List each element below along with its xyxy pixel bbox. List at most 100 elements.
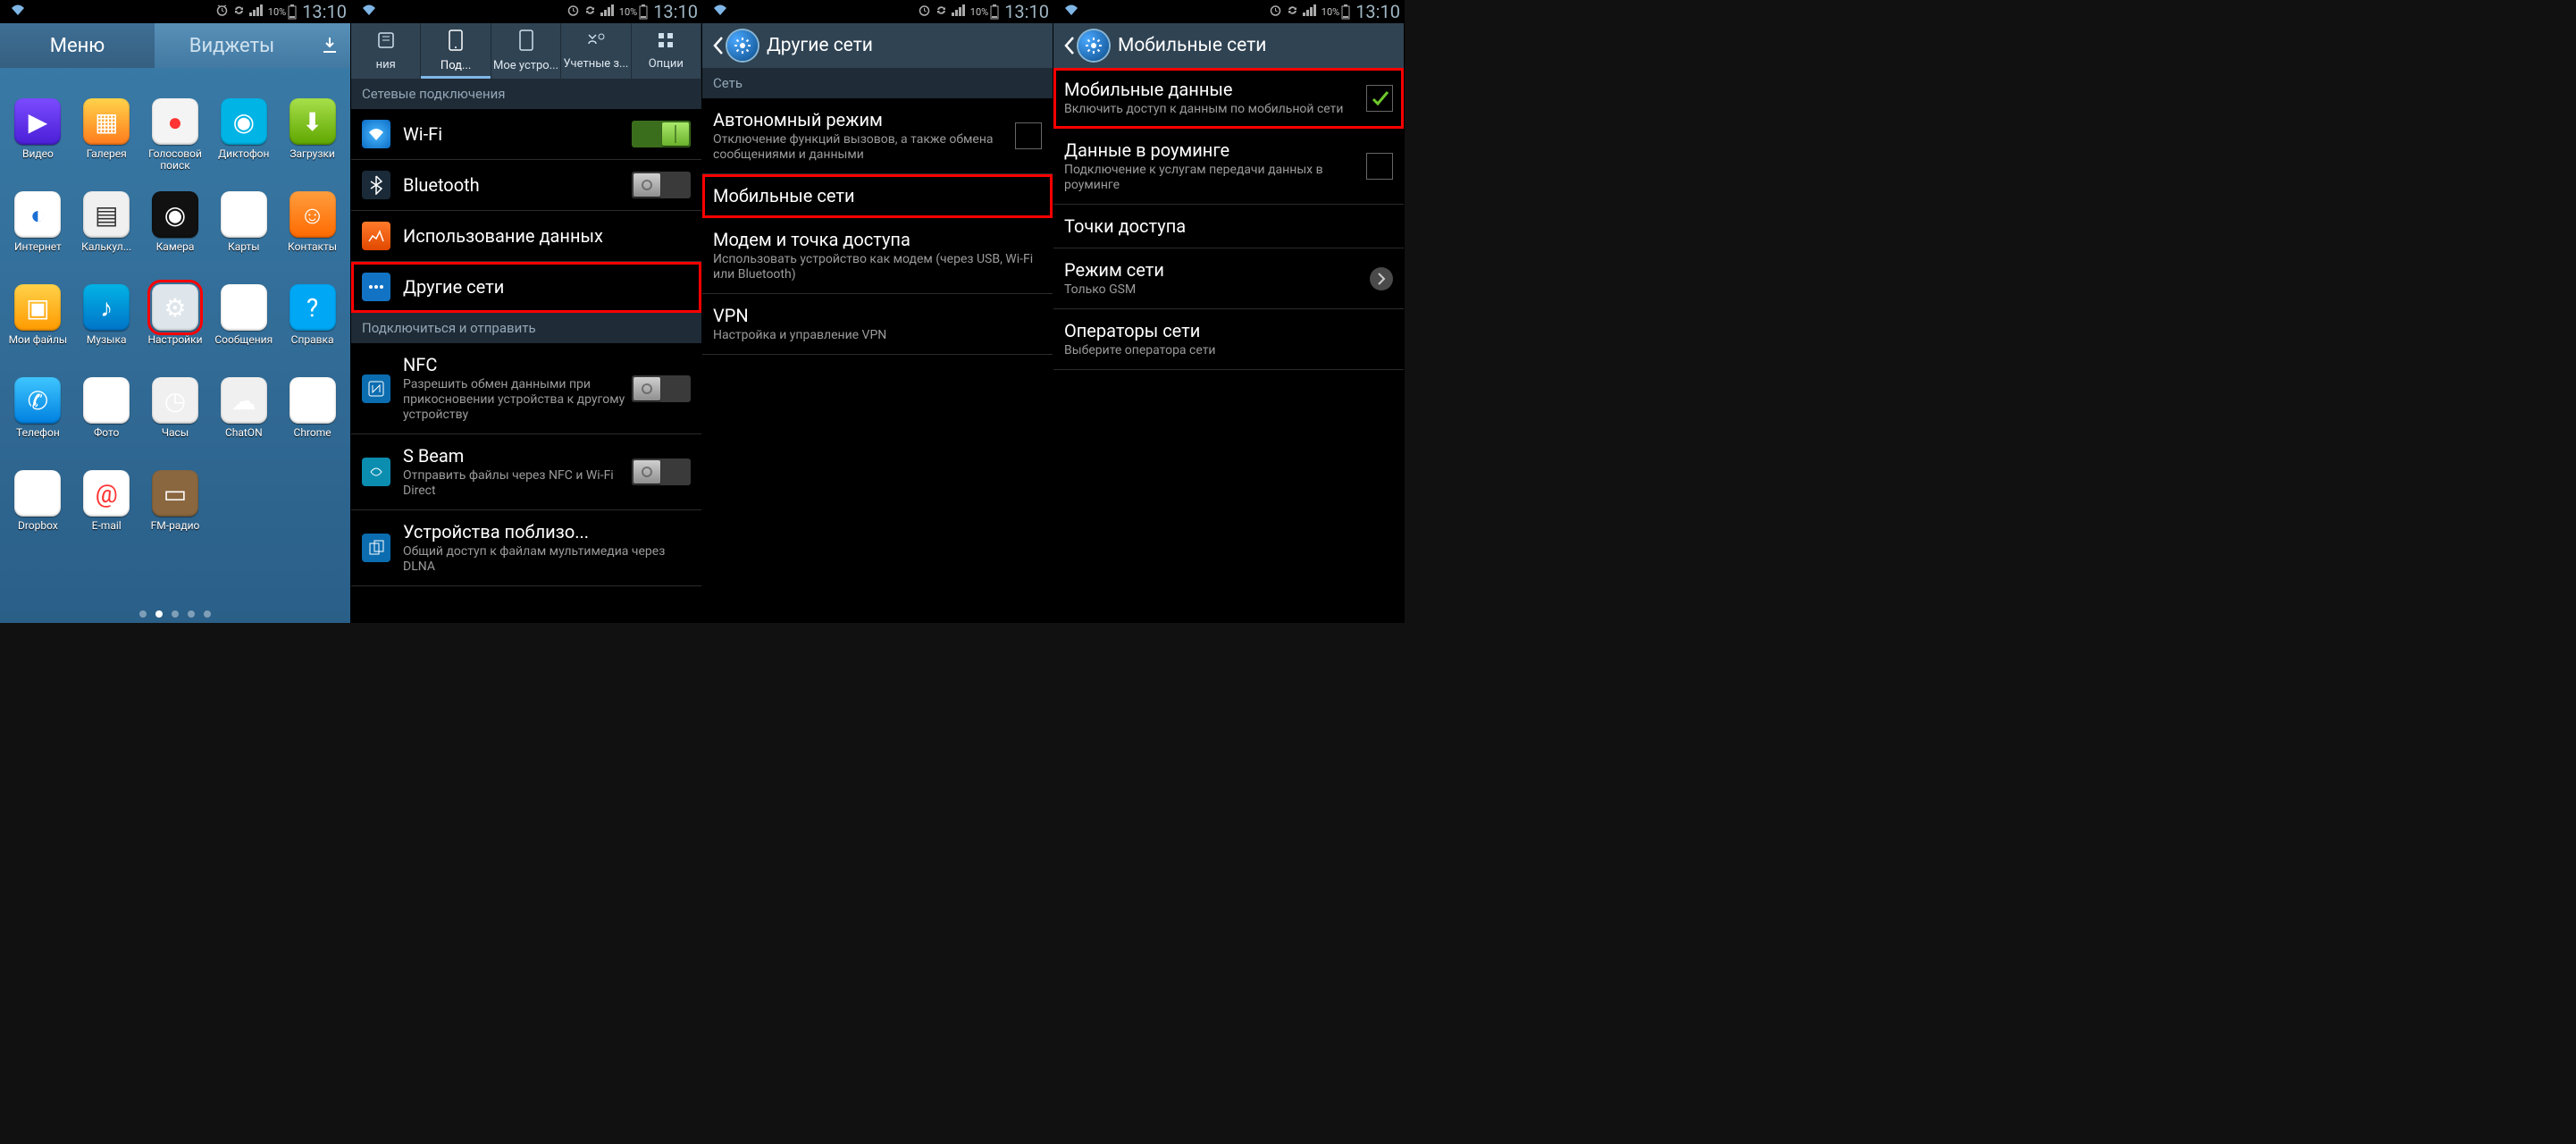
tab-my-device[interactable]: Мое устро...: [491, 23, 561, 79]
data-usage-icon: [362, 222, 390, 250]
wifi-toggle[interactable]: [632, 121, 691, 147]
chaton-icon: ☁: [221, 377, 267, 424]
bluetooth-toggle[interactable]: [632, 172, 691, 198]
app-dict[interactable]: ◉Диктофон: [209, 98, 278, 188]
tab-device[interactable]: Под...: [421, 23, 491, 79]
back-button[interactable]: [1062, 35, 1077, 56]
app-fm[interactable]: ▭FM-радио: [141, 470, 210, 559]
app-phoneapp[interactable]: ✆Телефон: [4, 377, 72, 467]
wifi-icon: [362, 120, 390, 148]
signal-icon: [599, 4, 616, 20]
app-settings[interactable]: ⚙Настройки: [141, 284, 210, 374]
msg-icon: ✉: [221, 284, 267, 331]
section-network: Сетевые подключения: [351, 79, 701, 109]
battery-icon: 10%: [268, 4, 298, 20]
status-bar: 10% 13:10: [702, 0, 1053, 23]
wifi-icon: [360, 4, 378, 20]
drawer-tabs: Меню Виджеты: [0, 23, 350, 68]
app-help[interactable]: ?Справка: [278, 284, 347, 374]
mobile-data-checkbox[interactable]: [1366, 85, 1393, 112]
page-title: Другие сети: [767, 35, 873, 56]
dl-icon: ⬇: [289, 98, 336, 145]
chevron-right-icon: [1370, 267, 1393, 290]
row-data-usage[interactable]: Использование данных: [351, 211, 701, 262]
section-network: Сеть: [702, 68, 1053, 98]
roaming-checkbox[interactable]: [1366, 153, 1393, 180]
app-chaton[interactable]: ☁ChatON: [209, 377, 278, 467]
signal-icon: [248, 4, 264, 20]
row-vpn[interactable]: VPNНастройка и управление VPN: [702, 294, 1053, 355]
back-button[interactable]: [711, 35, 726, 56]
tab-apps[interactable]: Меню: [0, 23, 155, 68]
nearby-icon: [362, 534, 390, 562]
app-gallery[interactable]: ▦Галерея: [72, 98, 141, 188]
app-calc[interactable]: ▤Калькул...: [72, 191, 141, 281]
row-sbeam[interactable]: S BeamОтправить файлы через NFC и Wi-Fi …: [351, 434, 701, 510]
internet-icon: ◐: [14, 191, 61, 238]
fm-icon: ▭: [152, 470, 198, 517]
nfc-icon: [362, 374, 390, 403]
download-button[interactable]: [309, 23, 350, 68]
row-tethering[interactable]: Модем и точка доступаИспользовать устрой…: [702, 218, 1053, 294]
app-msg[interactable]: ✉Сообщения: [209, 284, 278, 374]
row-apn[interactable]: Точки доступа: [1053, 205, 1404, 248]
section-connect-share: Подключиться и отправить: [351, 313, 701, 343]
phoneapp-icon: ✆: [14, 377, 61, 424]
app-dl[interactable]: ⬇Загрузки: [278, 98, 347, 188]
dict-icon: ◉: [221, 98, 267, 145]
app-clock[interactable]: ◷Часы: [141, 377, 210, 467]
tab-accounts[interactable]: Учетные з...: [561, 23, 631, 79]
music-icon: ♪: [83, 284, 130, 331]
sbeam-toggle[interactable]: [632, 458, 691, 485]
settings-tabs: ния Под... Мое устро... Учетные з... Опц…: [351, 23, 701, 79]
bluetooth-icon: [362, 171, 390, 199]
app-photo[interactable]: ✦Фото: [72, 377, 141, 467]
status-bar: 10% 13:10: [351, 0, 701, 23]
alarm-icon: [214, 4, 231, 21]
header: Другие сети: [702, 23, 1053, 68]
app-email[interactable]: @E-mail: [72, 470, 141, 559]
app-grid: ▶Видео▦Галерея●Голосовой поиск◉Диктофон⬇…: [0, 91, 350, 603]
app-cam[interactable]: ◉Камера: [141, 191, 210, 281]
app-chrome[interactable]: ◉Chrome: [278, 377, 347, 467]
row-airplane[interactable]: Автономный режимОтключение функций вызов…: [702, 98, 1053, 174]
row-more-networks[interactable]: Другие сети: [351, 262, 701, 313]
row-network-mode[interactable]: Режим сетиТолько GSM: [1053, 248, 1404, 309]
wifi-icon: [9, 4, 27, 20]
row-wifi[interactable]: Wi-Fi: [351, 109, 701, 160]
row-nearby[interactable]: Устройства поблизо...Общий доступ к файл…: [351, 510, 701, 586]
nfc-toggle[interactable]: [632, 375, 691, 402]
files-icon: ▣: [14, 284, 61, 331]
airplane-checkbox[interactable]: [1015, 122, 1042, 149]
app-voice[interactable]: ●Голосовой поиск: [141, 98, 210, 188]
tab-more[interactable]: Опции: [632, 23, 701, 79]
row-mobile-data[interactable]: Мобильные данныеВключить доступ к данным…: [1053, 68, 1404, 129]
row-bluetooth[interactable]: Bluetooth: [351, 160, 701, 211]
settings-icon: ⚙: [152, 284, 198, 331]
app-video[interactable]: ▶Видео: [4, 98, 72, 188]
app-files[interactable]: ▣Мои файлы: [4, 284, 72, 374]
status-bar: 10% 13:10: [0, 0, 350, 23]
app-music[interactable]: ♪Музыка: [72, 284, 141, 374]
app-maps[interactable]: ◆Карты: [209, 191, 278, 281]
gallery-icon: ▦: [83, 98, 130, 145]
row-nfc[interactable]: NFCРазрешить обмен данными при прикоснов…: [351, 343, 701, 434]
row-operators[interactable]: Операторы сетиВыберите оператора сети: [1053, 309, 1404, 370]
status-bar: 10% 13:10: [1053, 0, 1404, 23]
sync-icon: [582, 4, 599, 21]
tab-connections[interactable]: ния: [351, 23, 421, 79]
page-indicator: [0, 610, 350, 618]
app-internet[interactable]: ◐Интернет: [4, 191, 72, 281]
row-mobile-networks[interactable]: Мобильные сети: [702, 174, 1053, 218]
calc-icon: ▤: [83, 191, 130, 238]
sync-icon: [231, 4, 248, 21]
maps-icon: ◆: [221, 191, 267, 238]
video-icon: ▶: [14, 98, 61, 145]
screen-settings-main: 10% 13:10 ния Под... Мое устро... Учетны…: [351, 0, 702, 623]
tab-widgets[interactable]: Виджеты: [155, 23, 309, 68]
clock-text: 13:10: [302, 1, 347, 22]
app-contacts[interactable]: ☺Контакты: [278, 191, 347, 281]
app-dropbox[interactable]: ▣Dropbox: [4, 470, 72, 559]
chrome-icon: ◉: [289, 377, 336, 424]
row-roaming[interactable]: Данные в роумингеПодключение к услугам п…: [1053, 129, 1404, 205]
